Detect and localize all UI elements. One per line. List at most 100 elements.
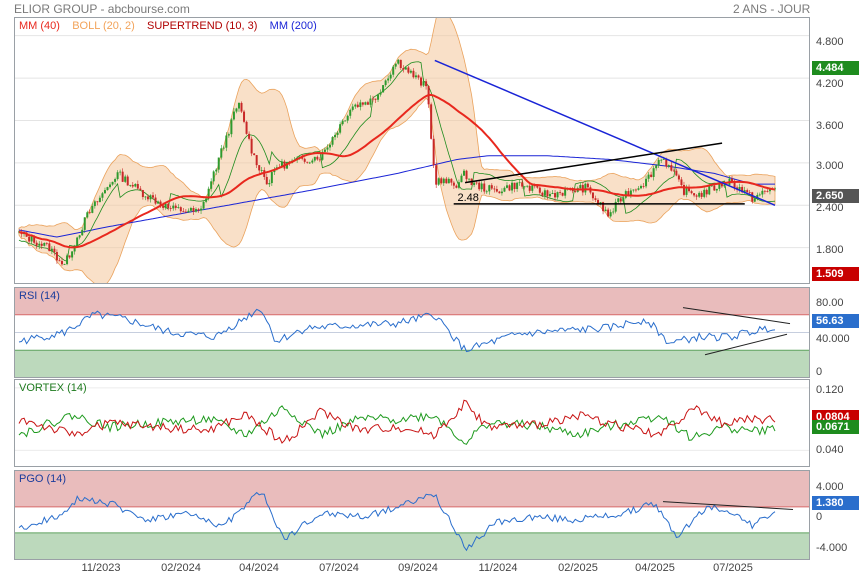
candle-body <box>452 182 455 186</box>
price-tick: 4.800 <box>816 36 844 48</box>
candle-body <box>705 189 708 195</box>
candle-body <box>662 159 665 160</box>
candle-body <box>192 208 195 212</box>
candle-body <box>157 201 160 204</box>
candle-body <box>708 186 711 195</box>
candle-body <box>531 185 534 191</box>
candle-body <box>146 196 149 200</box>
date-label: 09/2024 <box>398 562 438 574</box>
candle-body <box>341 120 344 125</box>
legend-supertrend: SUPERTREND (10, 3) <box>147 20 258 32</box>
candle-body <box>485 191 488 193</box>
vortex-panel: VORTEX (14) <box>14 379 810 467</box>
chart-period: 2 ANS - JOUR <box>733 2 811 16</box>
candle-body <box>126 176 129 186</box>
date-label: 07/2025 <box>713 562 753 574</box>
candle-body <box>667 165 670 167</box>
legend-mm200: MM (200) <box>269 20 317 32</box>
candle-body <box>645 178 648 187</box>
candle-body <box>604 209 607 212</box>
candle-body <box>488 185 491 192</box>
candle-body <box>323 149 326 152</box>
candle-body <box>586 183 589 188</box>
candle-body <box>162 205 165 208</box>
candle-body <box>685 187 688 195</box>
candle-body <box>508 185 511 191</box>
candle-body <box>763 190 766 192</box>
vortex-plus-badge: 0.0671 <box>812 420 859 434</box>
candle-body <box>437 178 440 185</box>
date-label: 02/2025 <box>558 562 598 574</box>
candle-body <box>455 185 458 188</box>
candle-body <box>493 188 496 190</box>
candle-body <box>414 75 417 78</box>
candle-body <box>124 176 127 182</box>
candle-body <box>202 201 205 209</box>
candle-body <box>447 178 450 184</box>
candle-body <box>503 187 506 192</box>
candle-body <box>399 59 402 69</box>
candle-body <box>670 165 673 171</box>
candle-body <box>475 182 478 184</box>
candle-body <box>303 158 306 162</box>
candle-body <box>693 193 696 196</box>
price-tick: 3.000 <box>816 160 844 172</box>
candle-body <box>336 132 339 135</box>
candle-body <box>500 191 503 194</box>
candle-body <box>397 59 400 64</box>
candle-body <box>227 134 230 136</box>
candle-body <box>88 212 91 214</box>
candle-body <box>71 251 74 258</box>
candle-body <box>713 185 716 191</box>
candle-body <box>675 170 678 176</box>
candle-body <box>129 184 132 186</box>
candle-body <box>184 211 187 213</box>
price-tick: 4.200 <box>816 78 844 90</box>
candle-body <box>468 178 471 180</box>
candle-body <box>490 185 493 189</box>
candle-body <box>450 178 453 183</box>
candle-body <box>402 68 405 70</box>
last-price-badge: 2.650 <box>812 189 859 203</box>
bollinger-band <box>18 18 776 283</box>
vortex-title: VORTEX (14) <box>19 382 87 394</box>
candle-body <box>677 175 680 180</box>
candle-body <box>48 243 51 252</box>
indicator-legend: MM (40) BOLL (20, 2) SUPERTREND (10, 3) … <box>19 20 317 32</box>
candle-body <box>369 98 372 105</box>
last-high-badge: 4.484 <box>812 61 859 75</box>
candle-body <box>655 165 658 169</box>
candle-body <box>53 248 56 253</box>
date-label: 04/2024 <box>239 562 279 574</box>
candle-body <box>38 243 41 246</box>
candle-body <box>346 115 349 121</box>
rsi-value-badge: 56.63 <box>812 314 859 328</box>
candle-body <box>230 119 233 135</box>
candle-body <box>392 66 395 75</box>
candle-body <box>609 212 612 217</box>
candle-body <box>440 178 443 184</box>
candle-body <box>237 102 240 109</box>
candle-body <box>177 207 180 208</box>
candle-body <box>344 120 347 122</box>
candle-body <box>243 111 246 122</box>
candle-body <box>194 209 197 212</box>
candle-body <box>93 201 96 207</box>
candle-body <box>189 208 192 211</box>
candle-body <box>222 147 225 149</box>
candle-body <box>144 196 147 198</box>
pgo-panel: PGO (14) <box>14 470 810 560</box>
candle-body <box>258 165 261 171</box>
candle-body <box>308 162 311 164</box>
candle-body <box>432 138 435 166</box>
candle-body <box>579 185 582 189</box>
rsi-line <box>18 308 776 353</box>
candle-body <box>28 236 31 242</box>
candle-body <box>761 190 764 195</box>
candle-body <box>331 137 334 145</box>
candle-body <box>607 209 610 217</box>
candle-body <box>212 171 215 182</box>
candle-body <box>66 255 69 265</box>
candle-body <box>45 242 48 244</box>
pgo-oversold-zone <box>15 532 809 559</box>
